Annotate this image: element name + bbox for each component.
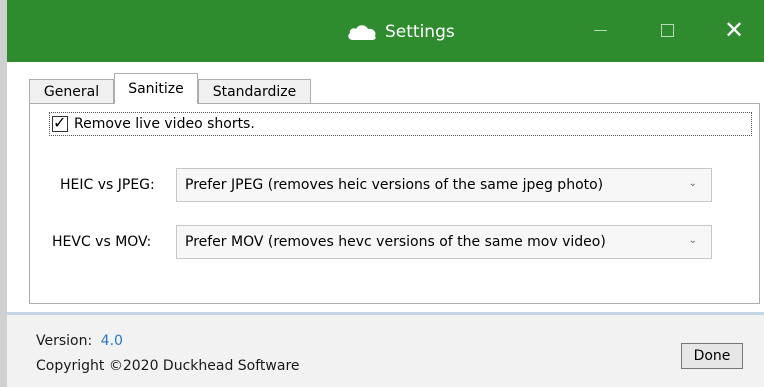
title-group: Settings	[347, 18, 455, 46]
heic-vs-jpeg-label: HEIC vs JPEG:	[60, 177, 155, 193]
hevc-vs-mov-label: HEVC vs MOV:	[52, 234, 152, 250]
cloud-icon	[347, 23, 377, 41]
tab-general[interactable]: General	[29, 79, 114, 103]
settings-window: Settings ✕ General Sanitize Standardize …	[0, 0, 764, 387]
version-value: 4.0	[100, 333, 123, 349]
title-bar[interactable]: Settings ✕	[7, 0, 764, 62]
checkmark-icon: ✓	[53, 113, 67, 132]
remove-live-video-checkbox[interactable]: ✓	[52, 113, 68, 132]
maximize-icon	[660, 23, 674, 37]
chevron-down-icon: ⌄	[688, 178, 697, 189]
footer: Version: 4.0 Copyright ©2020 Duckhead So…	[7, 315, 764, 387]
tab-standardize[interactable]: Standardize	[198, 79, 311, 103]
settings-content: General Sanitize Standardize ✓ Remove li…	[7, 62, 764, 312]
window-title: Settings	[385, 22, 455, 42]
copyright-text: Copyright ©2020 Duckhead Software	[36, 358, 300, 374]
chevron-down-icon: ⌄	[688, 235, 697, 246]
close-icon: ✕	[723, 16, 745, 44]
heic-vs-jpeg-value: Prefer JPEG (removes heic versions of th…	[185, 177, 604, 193]
minimize-button[interactable]	[585, 15, 615, 45]
tab-sanitize[interactable]: Sanitize	[114, 73, 198, 104]
version-label: Version:	[36, 333, 93, 349]
minimize-icon	[593, 29, 607, 31]
close-button[interactable]: ✕	[719, 15, 749, 45]
sanitize-panel: ✓ Remove live video shorts. HEIC vs JPEG…	[29, 103, 760, 304]
remove-live-video-label: Remove live video shorts.	[74, 116, 255, 132]
version-row: Version: 4.0	[36, 333, 123, 349]
hevc-vs-mov-value: Prefer MOV (removes hevc versions of the…	[185, 234, 606, 250]
done-button[interactable]: Done	[681, 343, 743, 369]
hevc-vs-mov-dropdown[interactable]: Prefer MOV (removes hevc versions of the…	[176, 225, 712, 259]
heic-vs-jpeg-dropdown[interactable]: Prefer JPEG (removes heic versions of th…	[176, 168, 712, 202]
remove-live-video-option[interactable]: ✓ Remove live video shorts.	[49, 112, 752, 136]
maximize-button[interactable]	[652, 15, 682, 45]
